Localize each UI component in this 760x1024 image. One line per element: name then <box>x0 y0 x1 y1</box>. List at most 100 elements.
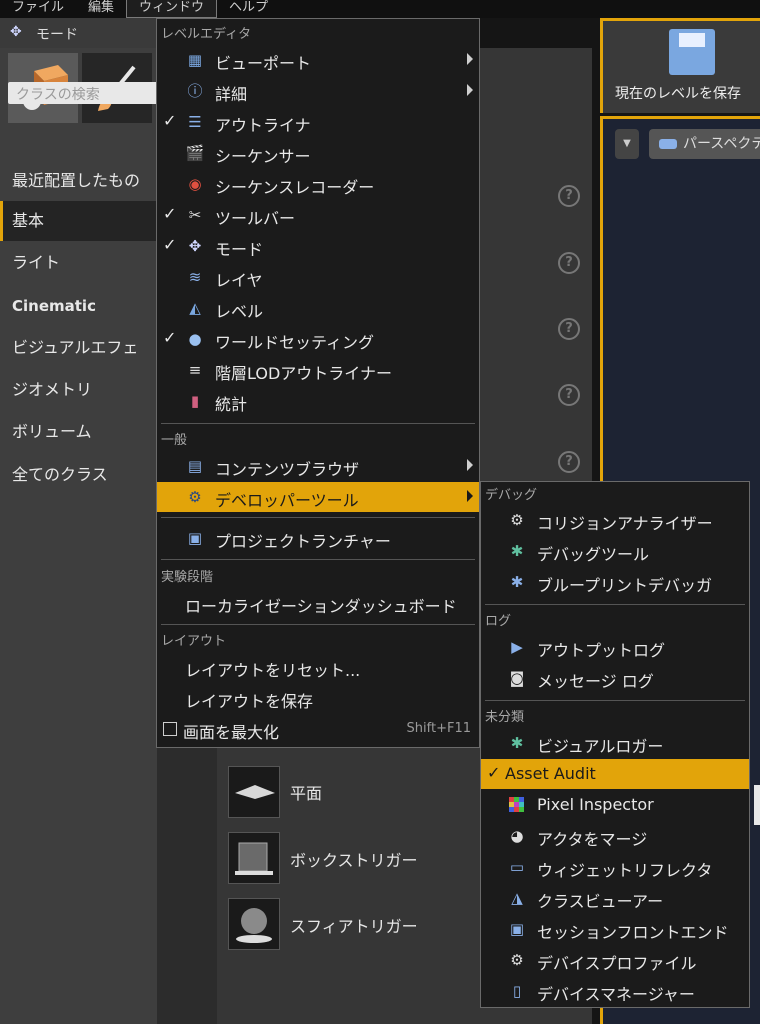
menu-item-blueprint-debugger[interactable]: ✱ ブループリントデバッガ <box>481 567 749 597</box>
globe-icon: ● <box>188 330 202 348</box>
category-geometry[interactable]: ジオメトリ <box>0 370 157 410</box>
menu-item-project-launcher[interactable]: ▣ プロジェクトランチャー <box>157 523 479 553</box>
maximize-checkbox[interactable] <box>163 722 177 736</box>
menu-item-sequence-recorder[interactable]: ◉ シーケンスレコーダー <box>157 169 479 199</box>
device-profiles-icon: ⚙ <box>510 951 524 969</box>
output-log-icon: ▶ <box>511 638 523 656</box>
sphere-trigger-asset-icon[interactable] <box>228 898 280 950</box>
category-basic[interactable]: 基本 <box>0 201 157 241</box>
category-all-classes[interactable]: 全てのクラス <box>0 455 157 495</box>
modes-tab-label: モード <box>36 27 78 43</box>
asset-label-sphere-trigger: スフィアトリガー <box>290 917 418 936</box>
section-experimental: 実験段階 <box>161 570 214 585</box>
menu-item-merge-actors[interactable]: ◕ アクタをマージ <box>481 821 749 851</box>
collision-analyzer-icon: ⚙ <box>510 511 524 529</box>
category-lights[interactable]: ライト <box>0 243 157 283</box>
menu-item-asset-audit[interactable]: ✓ Asset Audit <box>481 759 749 789</box>
menu-item-visual-logger[interactable]: ✱ ビジュアルロガー <box>481 728 749 758</box>
menu-item-maximize[interactable]: 画面を最大化 Shift+F11 <box>157 714 479 744</box>
menu-item-toolbar[interactable]: ✓ ✂ ツールバー <box>157 200 479 230</box>
category-visual-effects[interactable]: ビジュアルエフェ <box>0 328 157 368</box>
statistics-icon: ▮ <box>190 392 200 410</box>
section-layout: レイアウト <box>161 634 227 649</box>
menu-item-sequencer[interactable]: 🎬 シーケンサー <box>157 138 479 168</box>
class-search-input[interactable]: クラスの検索 <box>8 82 158 104</box>
checkmark-icon: ✓ <box>163 235 177 254</box>
menu-item-world-settings[interactable]: ✓ ● ワールドセッティング <box>157 324 479 354</box>
help-icon[interactable]: ? <box>558 451 580 473</box>
developer-tools-submenu: デバッグ ⚙ コリジョンアナライザー ✱ デバッグツール ✱ ブループリントデバ… <box>480 481 750 1008</box>
content-browser-icon: ▤ <box>187 457 203 475</box>
perspective-button[interactable]: パースペクティブ <box>649 129 760 159</box>
menu-edit[interactable]: 編集 <box>76 0 126 18</box>
submenu-arrow-icon <box>467 84 473 96</box>
menu-item-developer-tools[interactable]: ⚙ デベロッパーツール <box>157 482 479 512</box>
category-volumes[interactable]: ボリューム <box>0 412 157 452</box>
menu-item-debug-tools[interactable]: ✱ デバッグツール <box>481 536 749 566</box>
widget-reflector-icon: ▭ <box>509 858 525 876</box>
menu-file[interactable]: ファイル <box>0 0 76 18</box>
menu-item-statistics[interactable]: ▮ 統計 <box>157 386 479 416</box>
modes-icon: ✥ <box>10 24 22 40</box>
menu-item-pixel-inspector[interactable]: Pixel Inspector <box>481 790 749 820</box>
save-level-button[interactable]: 現在のレベルを保存 <box>615 83 741 103</box>
modes-icon: ✥ <box>188 237 202 255</box>
submenu-arrow-icon <box>467 53 473 65</box>
scrollbar-edge <box>754 785 760 825</box>
asset-label-box-trigger: ボックストリガー <box>290 851 418 870</box>
menu-item-layers[interactable]: ≋ レイヤ <box>157 262 479 292</box>
menu-item-collision-analyzer[interactable]: ⚙ コリジョンアナライザー <box>481 505 749 535</box>
help-icon[interactable]: ? <box>558 318 580 340</box>
plane-asset-icon[interactable] <box>228 766 280 818</box>
hlod-icon: ≡ <box>188 361 202 379</box>
sequencer-icon: 🎬 <box>185 144 205 162</box>
menu-item-reset-layout[interactable]: レイアウトをリセット... <box>157 652 479 682</box>
asset-label-plane: 平面 <box>290 784 323 803</box>
checkmark-icon: ✓ <box>163 111 177 130</box>
toolbar-panel: 現在のレベルを保存 <box>600 18 760 113</box>
section-general: 一般 <box>161 433 188 448</box>
developer-tools-icon: ⚙ <box>188 488 202 506</box>
menu-item-content-browser[interactable]: ▤ コンテンツブラウザ <box>157 451 479 481</box>
outliner-icon: ☰ <box>188 113 202 131</box>
submenu-arrow-icon <box>467 459 473 471</box>
menu-item-outliner[interactable]: ✓ ☰ アウトライナ <box>157 107 479 137</box>
box-trigger-asset-icon[interactable] <box>228 832 280 884</box>
viewport-options-dropdown[interactable]: ▼ <box>615 129 639 159</box>
save-icon[interactable] <box>669 29 715 75</box>
menu-item-output-log[interactable]: ▶ アウトプットログ <box>481 632 749 662</box>
menu-item-device-manager[interactable]: ▯ デバイスマネージャー <box>481 976 749 1006</box>
menu-item-localization-dashboard[interactable]: ローカライゼーションダッシュボード <box>157 588 479 618</box>
menu-item-viewport[interactable]: ▦ ビューポート <box>157 45 479 75</box>
menu-item-session-frontend[interactable]: ▣ セッションフロントエンド <box>481 914 749 944</box>
menu-item-modes[interactable]: ✓ ✥ モード <box>157 231 479 261</box>
menu-item-hlod-outliner[interactable]: ≡ 階層LODアウトライナー <box>157 355 479 385</box>
visual-logger-icon: ✱ <box>510 734 524 752</box>
viewport-icon: ▦ <box>187 51 203 69</box>
category-cinematic[interactable]: Cinematic <box>0 286 157 326</box>
section-misc: 未分類 <box>485 710 525 725</box>
checkmark-icon: ✓ <box>163 328 177 347</box>
menu-help[interactable]: ヘルプ <box>217 0 280 18</box>
help-icon[interactable]: ? <box>558 384 580 406</box>
help-icon[interactable]: ? <box>558 185 580 207</box>
modes-tab[interactable]: ✥ モード <box>0 18 157 48</box>
menu-item-device-profiles[interactable]: ⚙ デバイスプロファイル <box>481 945 749 975</box>
help-icon[interactable]: ? <box>558 252 580 274</box>
menu-item-levels[interactable]: ◭ レベル <box>157 293 479 323</box>
submenu-arrow-icon <box>467 490 473 502</box>
menu-item-widget-reflector[interactable]: ▭ ウィジェットリフレクタ <box>481 852 749 882</box>
class-search-placeholder: クラスの検索 <box>16 87 100 103</box>
menu-window[interactable]: ウィンドウ <box>126 0 218 18</box>
separator <box>161 423 475 424</box>
section-debug: デバッグ <box>485 488 538 503</box>
menu-item-details[interactable]: ⓘ 詳細 <box>157 76 479 106</box>
section-log: ログ <box>485 614 512 629</box>
device-manager-icon: ▯ <box>512 982 522 1000</box>
menu-item-save-layout[interactable]: レイアウトを保存 <box>157 683 479 713</box>
category-recent[interactable]: 最近配置したもの <box>0 161 157 201</box>
class-viewer-icon: ◮ <box>511 889 523 907</box>
record-icon: ◉ <box>188 175 202 193</box>
menu-item-message-log[interactable]: ◙ メッセージ ログ <box>481 663 749 693</box>
menu-item-class-viewer[interactable]: ◮ クラスビューアー <box>481 883 749 913</box>
